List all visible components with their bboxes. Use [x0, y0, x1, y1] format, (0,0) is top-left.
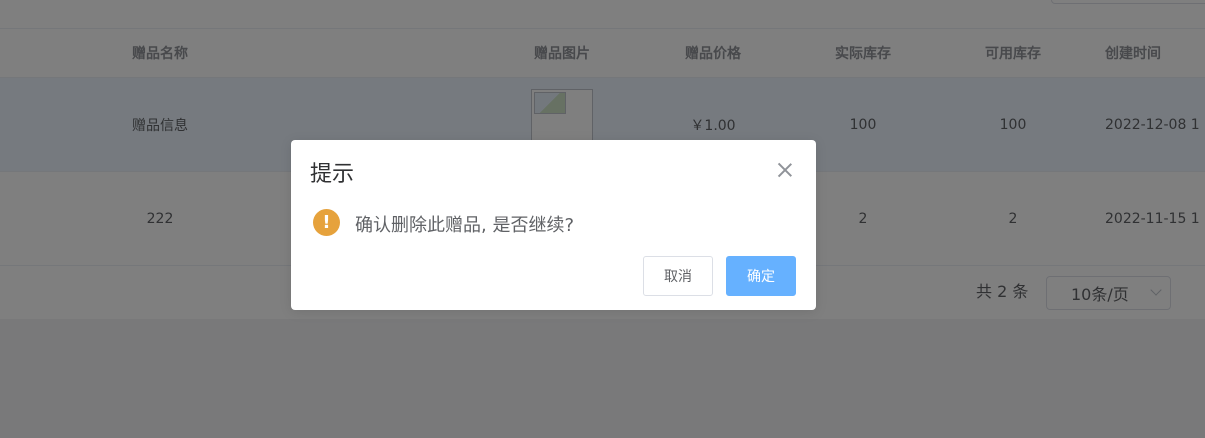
cancel-button[interactable]: 取消: [643, 256, 713, 296]
confirm-dialog: 提示 ! 确认删除此赠品, 是否继续? 取消 确定: [291, 140, 816, 310]
dialog-message: 确认删除此赠品, 是否继续?: [355, 215, 574, 236]
confirm-button[interactable]: 确定: [726, 256, 796, 296]
close-icon[interactable]: [777, 162, 793, 178]
dialog-title: 提示: [310, 162, 355, 187]
warning-icon: !: [313, 209, 340, 236]
